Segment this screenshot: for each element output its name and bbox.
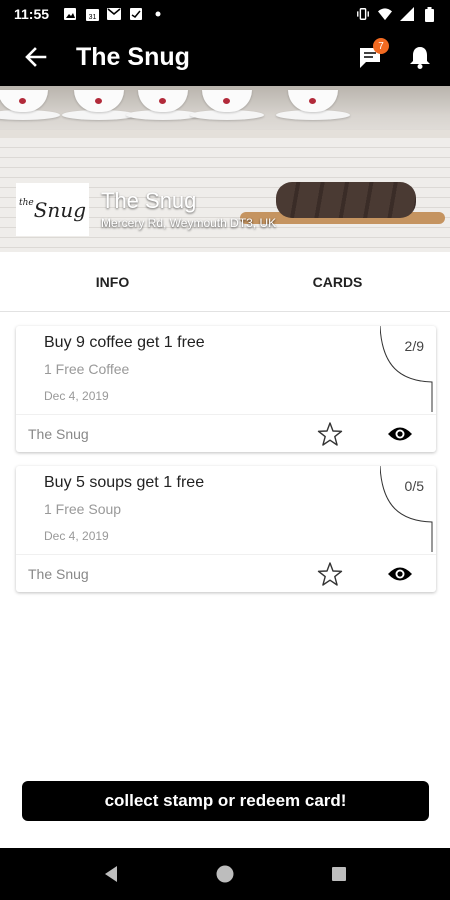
card-title: Buy 9 coffee get 1 free bbox=[44, 334, 205, 351]
wifi-icon bbox=[378, 7, 392, 21]
card-date: Dec 4, 2019 bbox=[44, 529, 109, 543]
card-footer: The Snug bbox=[16, 554, 436, 592]
card-shop-name: The Snug bbox=[28, 565, 89, 582]
triangle-back-icon bbox=[105, 866, 117, 882]
dot-icon bbox=[151, 7, 165, 21]
cup bbox=[288, 90, 338, 112]
card-shop-name: The Snug bbox=[28, 425, 89, 442]
bell-icon bbox=[410, 47, 430, 69]
battery-icon bbox=[422, 6, 436, 22]
store-name: The Snug bbox=[101, 188, 197, 213]
eye-icon bbox=[388, 427, 412, 440]
image-check-icon bbox=[129, 7, 143, 21]
page-title: The Snug bbox=[76, 42, 190, 71]
view-card-button[interactable] bbox=[386, 560, 414, 588]
cup bbox=[0, 90, 48, 112]
favorite-button[interactable] bbox=[316, 560, 344, 588]
favorite-button[interactable] bbox=[316, 420, 344, 448]
system-nav-bar bbox=[0, 848, 450, 900]
vibrate-icon bbox=[356, 7, 370, 21]
card-body[interactable]: Buy 5 soups get 1 free 1 Free Soup Dec 4… bbox=[16, 466, 436, 552]
view-card-button[interactable] bbox=[386, 420, 414, 448]
notifications-button[interactable] bbox=[404, 41, 436, 73]
circle-home-icon bbox=[216, 865, 234, 883]
notification-badge: 7 bbox=[373, 38, 389, 54]
nav-home-button[interactable] bbox=[211, 860, 239, 888]
store-address: Mercery Rd, Weymouth DT3, UK bbox=[101, 216, 277, 230]
card-date: Dec 4, 2019 bbox=[44, 389, 109, 403]
cup bbox=[74, 90, 124, 112]
back-button[interactable] bbox=[18, 39, 54, 75]
star-outline-icon bbox=[317, 561, 343, 586]
card-reward: 1 Free Soup bbox=[44, 501, 122, 517]
status-bar: 11:55 31 bbox=[0, 0, 450, 28]
card-progress: 0/5 bbox=[404, 478, 424, 494]
eye-icon bbox=[388, 567, 412, 580]
card-progress: 2/9 bbox=[404, 338, 424, 354]
mail-icon bbox=[107, 7, 122, 21]
photo-icon bbox=[63, 7, 77, 21]
cup bbox=[138, 90, 188, 112]
store-header-banner: theSnug The Snug Mercery Rd, Weymouth DT… bbox=[0, 86, 450, 252]
calendar-icon: 31 bbox=[85, 7, 99, 21]
status-time: 11:55 bbox=[14, 6, 50, 22]
tab-bar: INFO CARDS bbox=[0, 252, 450, 312]
cards-list: Buy 9 coffee get 1 free 1 Free Coffee De… bbox=[16, 326, 436, 606]
signal-icon bbox=[400, 7, 414, 21]
nav-back-button[interactable] bbox=[97, 860, 125, 888]
app-bar: The Snug 7 bbox=[0, 28, 450, 86]
square-recents-icon bbox=[332, 867, 346, 881]
cup bbox=[202, 90, 252, 112]
tab-cards[interactable]: CARDS bbox=[225, 252, 450, 311]
card-reward: 1 Free Coffee bbox=[44, 361, 130, 377]
loyalty-card[interactable]: Buy 5 soups get 1 free 1 Free Soup Dec 4… bbox=[16, 466, 436, 592]
tab-info[interactable]: INFO bbox=[0, 252, 225, 311]
collect-stamp-button[interactable]: collect stamp or redeem card! bbox=[22, 781, 429, 821]
star-outline-icon bbox=[317, 421, 343, 446]
calendar-day: 31 bbox=[88, 14, 96, 21]
bread-loaf bbox=[276, 182, 416, 218]
nav-recents-button[interactable] bbox=[325, 860, 353, 888]
messages-button[interactable]: 7 bbox=[354, 38, 389, 73]
arrow-left-icon bbox=[25, 47, 47, 67]
card-footer: The Snug bbox=[16, 414, 436, 452]
shelf bbox=[0, 130, 450, 138]
card-body[interactable]: Buy 9 coffee get 1 free 1 Free Coffee De… bbox=[16, 326, 436, 412]
store-logo: theSnug bbox=[16, 183, 89, 236]
store-logo-text: theSnug bbox=[18, 197, 86, 222]
card-title: Buy 5 soups get 1 free bbox=[44, 474, 205, 491]
loyalty-card[interactable]: Buy 9 coffee get 1 free 1 Free Coffee De… bbox=[16, 326, 436, 452]
